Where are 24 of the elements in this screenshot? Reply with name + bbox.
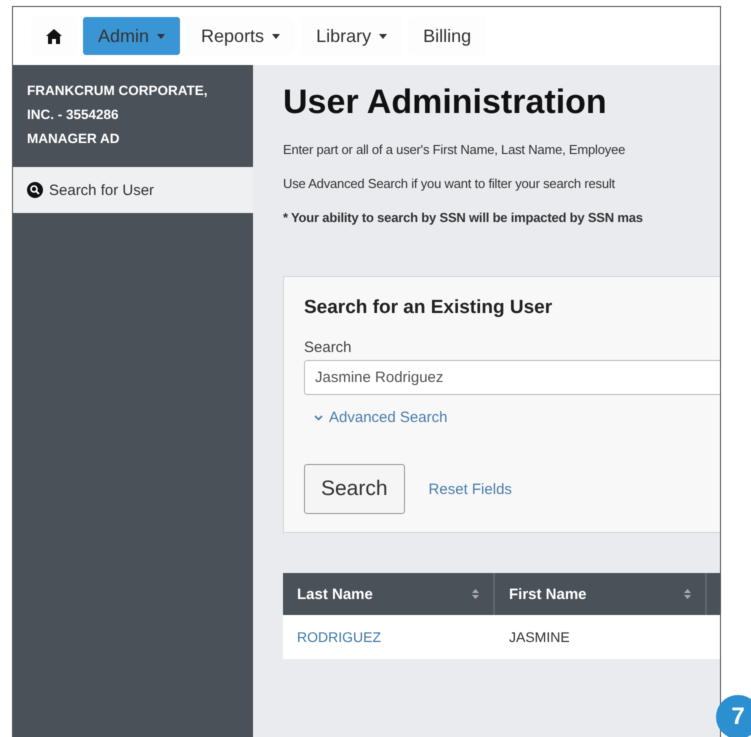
search-icon	[27, 182, 43, 198]
search-field[interactable]: Jasmine Rodriguez	[304, 360, 720, 395]
company-name: FRANKCRUM CORPORATE, INC. - 3554286 MANAGER AD	[26, 82, 208, 148]
sort-icon	[684, 589, 691, 599]
advanced-search-link[interactable]: Advanced Search	[314, 409, 448, 426]
info-text: * Your ability to search by SSN will be impacted by SSN mas	[283, 209, 644, 227]
card-title: Search for an Existing User	[304, 297, 554, 319]
search-button[interactable]: Search	[304, 464, 405, 514]
caret-icon	[157, 34, 166, 38]
sort-icon	[472, 589, 479, 599]
name-link[interactable]: RODRIGUEZ	[297, 629, 381, 645]
info-text: Use Advanced Search if you want to filter your search result	[283, 175, 616, 193]
nav-menu[interactable]: Admin	[83, 17, 180, 55]
reset-fields-link[interactable]: Reset Fields	[428, 480, 512, 498]
field-label: Search	[304, 339, 353, 356]
step-badge: 7	[716, 695, 751, 737]
home-icon	[46, 28, 62, 44]
sidebar-item[interactable]: Search for User	[13, 167, 253, 213]
info-text: Enter part or all of a user's First Name, Last Name, Employee	[283, 141, 626, 159]
caret-icon	[272, 34, 280, 38]
chevron-icon	[314, 414, 323, 420]
caret-icon	[379, 34, 388, 38]
table-cell: JASMINE	[509, 629, 570, 645]
page-title: User Administration	[283, 83, 608, 122]
